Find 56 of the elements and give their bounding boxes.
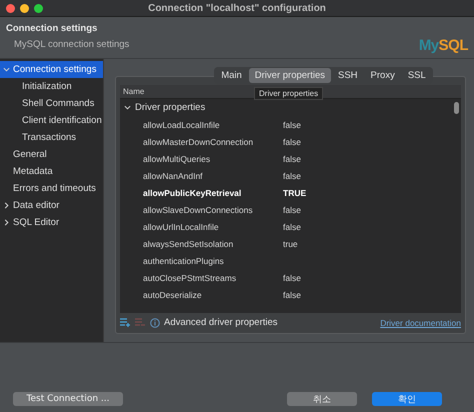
sidebar-item[interactable]: General: [0, 146, 103, 163]
sidebar-item[interactable]: Data editor: [0, 197, 103, 214]
tab[interactable]: Proxy: [364, 68, 401, 83]
property-value: false: [283, 222, 301, 232]
sidebar-item[interactable]: Errors and timeouts: [0, 180, 103, 197]
property-name: allowPublicKeyRetrieval: [143, 188, 242, 198]
column-header[interactable]: Name: [120, 87, 144, 96]
header-subtitle: MySQL connection settings: [13, 39, 130, 50]
maximize-icon[interactable]: [34, 4, 43, 13]
property-name: autoDeserialize: [143, 290, 203, 300]
sidebar-item[interactable]: Client identification: [0, 112, 103, 129]
tab[interactable]: Driver properties: [248, 68, 331, 83]
tab[interactable]: SSL: [402, 68, 432, 83]
cancel-button[interactable]: 취소: [287, 392, 357, 406]
property-name: authenticationPlugins: [143, 256, 225, 266]
group-label: Driver properties: [135, 102, 206, 113]
scrollbar-thumb[interactable]: [454, 102, 459, 114]
property-name: allowSlaveDownConnections: [143, 204, 254, 214]
property-name: alwaysSendSetIsolation: [143, 238, 234, 248]
property-value: false: [283, 120, 301, 130]
property-value: true: [283, 238, 298, 248]
tooltip: Driver properties: [254, 87, 324, 100]
property-value: false: [283, 290, 301, 300]
close-icon[interactable]: [6, 4, 15, 13]
add-row-icon[interactable]: [120, 318, 131, 327]
info-text: Advanced driver properties: [164, 317, 279, 328]
property-value: false: [283, 170, 301, 180]
property-name: allowUrlInLocalInfile: [143, 222, 220, 232]
property-value: false: [283, 136, 301, 146]
info-icon: [150, 318, 160, 328]
property-value: TRUE: [283, 188, 306, 198]
tab[interactable]: Main: [215, 68, 248, 83]
header-title: Connection settings: [6, 23, 98, 34]
tab[interactable]: SSH: [332, 68, 364, 83]
documentation-link[interactable]: Driver documentation: [380, 318, 461, 328]
property-name: allowMasterDownConnection: [143, 136, 254, 146]
property-value: false: [283, 272, 301, 282]
property-value: false: [283, 204, 301, 214]
chevron-icon[interactable]: [124, 104, 131, 111]
property-name: allowMultiQueries: [143, 154, 212, 164]
property-name: allowLoadLocalInfile: [143, 120, 221, 130]
sidebar-item[interactable]: Connection settings: [0, 61, 103, 78]
chevron-icon[interactable]: [3, 219, 10, 226]
sidebar-item[interactable]: Shell Commands: [0, 95, 103, 112]
minimize-icon[interactable]: [20, 4, 29, 13]
property-name: autoClosePStmtStreams: [143, 272, 238, 282]
property-value: false: [283, 154, 301, 164]
sidebar-item[interactable]: Metadata: [0, 163, 103, 180]
chevron-icon[interactable]: [3, 202, 10, 209]
property-name: allowNanAndInf: [143, 170, 204, 180]
window-title: Connection "localhost" configuration: [148, 2, 326, 14]
test-connection-button[interactable]: Test Connection ...: [13, 392, 123, 406]
sidebar-item[interactable]: Initialization: [0, 78, 103, 95]
mysql-logo: MySQL: [418, 37, 468, 54]
sidebar-item[interactable]: SQL Editor: [0, 214, 103, 231]
sidebar-item[interactable]: Transactions: [0, 129, 103, 146]
